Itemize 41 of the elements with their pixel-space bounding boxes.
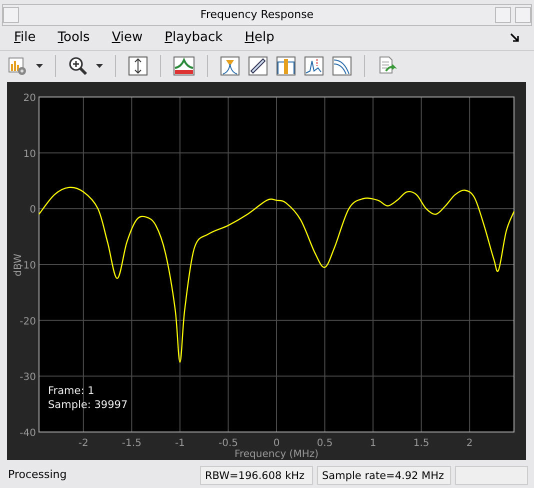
tick-label: -0.5 bbox=[218, 438, 238, 449]
ccdf-icon[interactable] bbox=[332, 56, 352, 76]
tick-label: -20 bbox=[20, 316, 36, 328]
status-text: RBW=196.608 kHz bbox=[200, 466, 313, 484]
tick-label: 0 bbox=[30, 204, 36, 216]
zoom-in-icon[interactable] bbox=[68, 56, 88, 76]
tick-label: -1.5 bbox=[122, 438, 142, 449]
tick-label: 1.5 bbox=[413, 438, 430, 449]
export-icon[interactable] bbox=[377, 56, 397, 76]
caret-icon[interactable] bbox=[96, 64, 103, 68]
spectrum-icon[interactable] bbox=[173, 56, 195, 76]
window-title: Frequency Response bbox=[200, 6, 314, 23]
caret-icon[interactable] bbox=[36, 64, 43, 68]
menu-item[interactable]: Help bbox=[244, 28, 274, 48]
peak-finder-icon[interactable] bbox=[304, 56, 324, 76]
tick-label: 20 bbox=[23, 93, 36, 104]
status-text: Sample rate=4.92 MHz bbox=[317, 466, 451, 484]
ruler-icon[interactable] bbox=[248, 56, 268, 76]
tick-label: -2 bbox=[78, 438, 88, 449]
menu-item[interactable]: File bbox=[14, 28, 36, 48]
peak-marker-icon[interactable] bbox=[220, 56, 240, 76]
tick-label: 10 bbox=[23, 148, 36, 160]
dock-icon[interactable] bbox=[510, 33, 520, 43]
tick-label: 2 bbox=[466, 438, 473, 449]
channel-power-icon[interactable] bbox=[276, 56, 296, 76]
status-text: Processing bbox=[8, 466, 67, 483]
tick-label: 1 bbox=[370, 438, 376, 449]
overlay-text: Sample: 39997 bbox=[48, 399, 128, 411]
menu-item[interactable]: Playback bbox=[164, 28, 223, 48]
scale-axes-icon[interactable] bbox=[128, 56, 148, 76]
menu-item[interactable]: View bbox=[112, 28, 143, 48]
tick-label: -30 bbox=[20, 372, 36, 384]
tick-label: -1 bbox=[174, 438, 185, 449]
chart-settings-icon[interactable] bbox=[8, 56, 28, 76]
overlay-text: Frame: 1 bbox=[48, 385, 94, 397]
tick-label: 0 bbox=[273, 438, 280, 449]
tick-label: -10 bbox=[20, 260, 36, 272]
menu-item[interactable]: Tools bbox=[58, 28, 90, 48]
tick-label: 0.5 bbox=[316, 438, 333, 449]
tick-label: -40 bbox=[20, 428, 36, 439]
axis-label: Frequency (MHz) bbox=[234, 449, 319, 460]
